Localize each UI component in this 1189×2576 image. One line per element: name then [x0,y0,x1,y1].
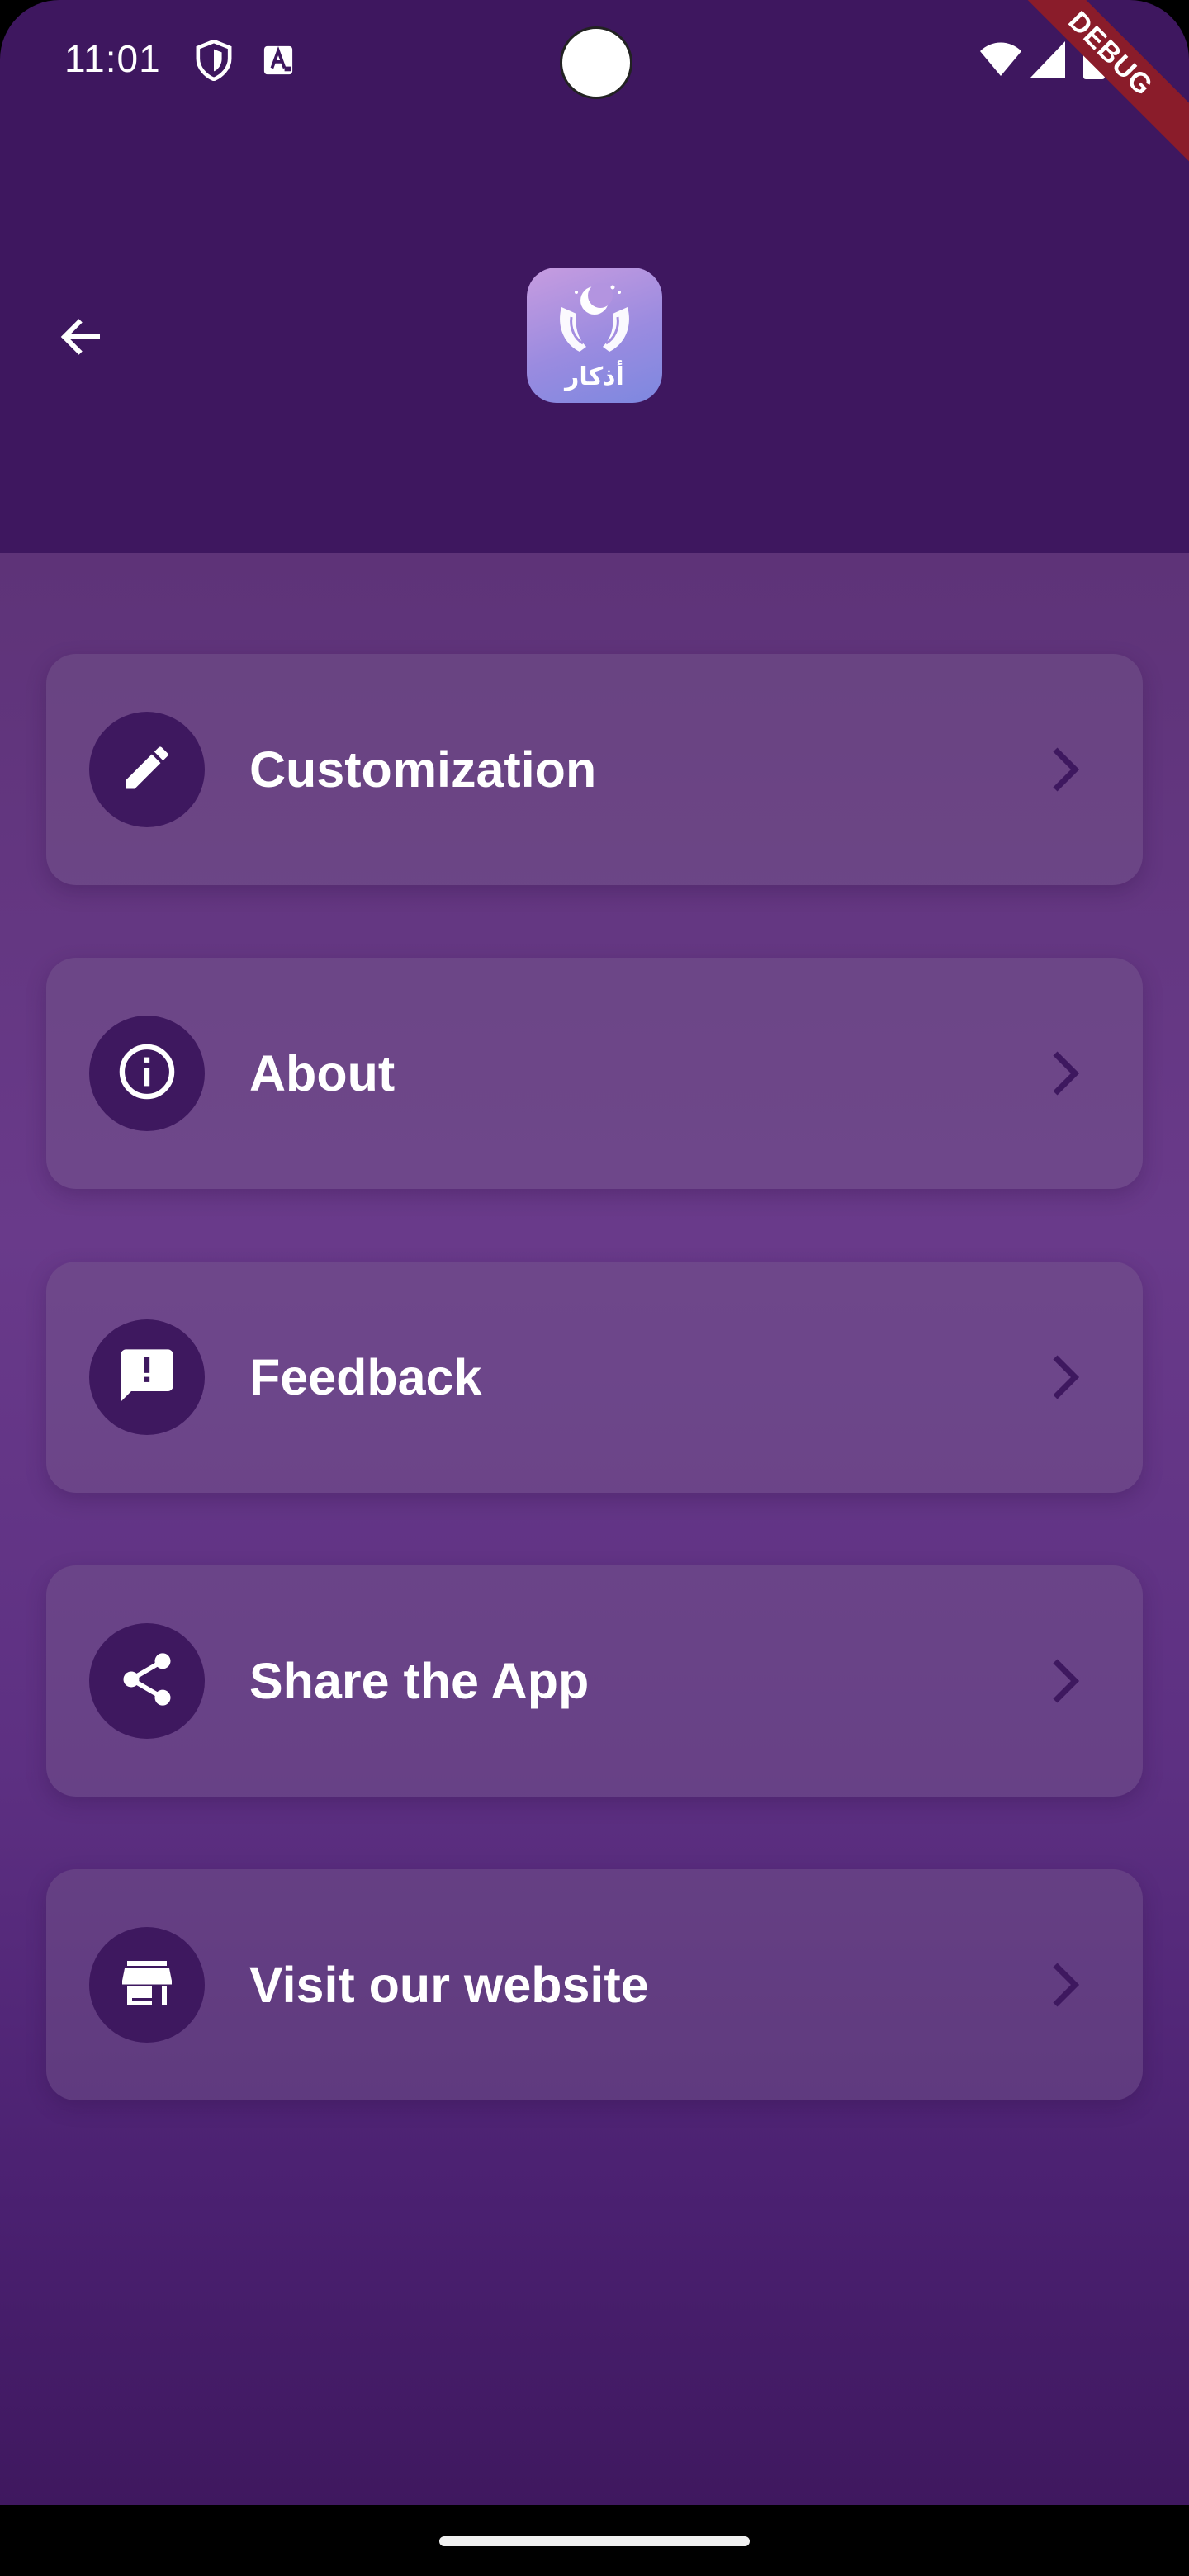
icon-circle [89,1319,205,1435]
menu-item-customization[interactable]: Customization [46,654,1143,885]
chevron-right-icon [1035,1044,1095,1103]
wifi-icon [979,41,1022,82]
chevron-right-icon [1035,1651,1095,1711]
menu-item-label: Feedback [249,1349,482,1405]
menu-item-about[interactable]: About [46,958,1143,1189]
icon-circle [89,1016,205,1131]
menu-item-website[interactable]: Visit our website [46,1869,1143,2100]
status-time: 11:01 [64,37,161,80]
status-bar: 11:01 DEBUG [0,0,1189,165]
camera-cutout [560,26,632,99]
logo-text: أذكار [565,362,624,391]
keyboard-a-icon [263,45,294,80]
info-icon [116,1040,178,1107]
pencil-icon [119,740,175,800]
menu-item-label: About [249,1045,396,1101]
store-icon [117,1953,177,2017]
chevron-right-icon [1035,1955,1095,2015]
home-indicator[interactable] [439,2536,750,2546]
menu-item-label: Customization [249,741,597,798]
menu-item-share[interactable]: Share the App [46,1565,1143,1797]
chevron-right-icon [1035,740,1095,799]
feedback-icon [116,1344,178,1411]
arrow-left-icon [56,312,106,366]
menu-item-label: Visit our website [249,1957,649,2013]
signal-icon [1030,41,1065,82]
app-logo: أذكار [527,268,662,403]
share-icon [116,1648,178,1715]
back-button[interactable] [40,297,122,380]
icon-circle [89,1927,205,2043]
app-screen: 11:01 DEBUG أذكار Customization About Fe… [0,0,1189,2576]
shield-icon [195,39,233,85]
menu-item-label: Share the App [249,1653,590,1709]
icon-circle [89,712,205,827]
menu-item-feedback[interactable]: Feedback [46,1262,1143,1493]
navigation-bar [0,2505,1189,2576]
icon-circle [89,1623,205,1739]
chevron-right-icon [1035,1347,1095,1407]
